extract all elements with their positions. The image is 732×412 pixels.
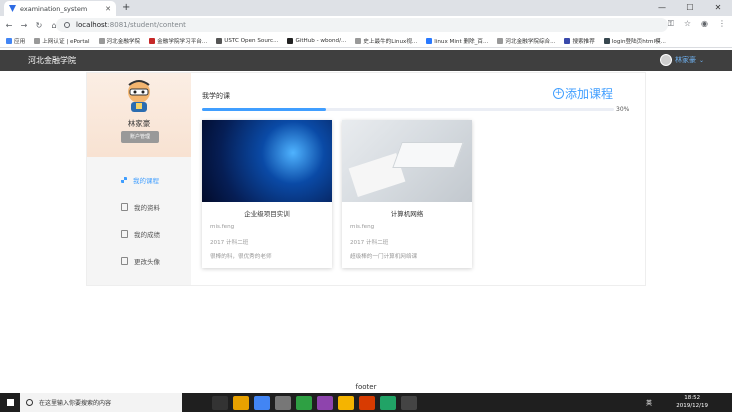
cartoon-avatar-icon [128, 80, 150, 112]
grid-icon [121, 176, 127, 183]
star-icon[interactable]: ☆ [684, 19, 691, 29]
profile-panel: 林家豪 账户管理 [87, 73, 191, 157]
url-path: :8081/student/content [107, 21, 186, 29]
course-card[interactable]: 计算机网络 mis.feng 2017 计科二班 超级棒的一门计算机网络课 [342, 120, 472, 268]
page-title: 我学的课 [202, 92, 230, 100]
window-controls: — ☐ ✕ [648, 0, 732, 16]
reload-icon[interactable]: ↻ [33, 21, 45, 30]
new-tab-icon[interactable]: + [122, 2, 130, 13]
app-icon[interactable] [380, 395, 396, 410]
progress-bar-fill [202, 108, 326, 111]
content-container: 林家豪 账户管理 我的课程 我的资料 我的成绩 更改头像 我学的课 + 添加课程… [86, 72, 646, 286]
info-icon[interactable] [64, 22, 70, 28]
windows-start-icon[interactable] [0, 393, 20, 412]
bookmark-item[interactable]: 搜索推荐 [564, 37, 595, 45]
taskbar-apps [212, 395, 417, 410]
close-window-icon[interactable]: ✕ [704, 0, 732, 16]
chevron-down-icon: ⌄ [698, 56, 704, 64]
account-manage-button[interactable]: 账户管理 [121, 131, 159, 143]
user-name: 林家豪 [674, 56, 696, 64]
sidebar: 林家豪 账户管理 我的课程 我的资料 我的成绩 更改头像 [87, 73, 191, 285]
document-icon [121, 256, 128, 265]
document-icon [121, 229, 128, 238]
sidebar-item-my-grades[interactable]: 我的成绩 [87, 220, 191, 247]
close-tab-icon[interactable]: ✕ [105, 5, 111, 13]
page-footer: footer [355, 383, 377, 391]
course-class: 2017 计科二班 [350, 240, 389, 246]
keyboard-shape [392, 142, 464, 168]
taskbar-search-input[interactable]: 在这里输入你要搜索的内容 [20, 393, 182, 412]
add-course-button[interactable]: + 添加课程 [552, 85, 613, 102]
address-bar-row: ← → ↻ ⌂ localhost:8081/student/content ⚿… [0, 16, 732, 34]
search-icon [26, 399, 33, 406]
course-desc: 超级棒的一门计算机网络课 [350, 254, 418, 260]
back-icon[interactable]: ← [3, 21, 15, 30]
bookmark-item[interactable]: login登陆页html模... [603, 37, 666, 45]
sidebar-item-change-avatar[interactable]: 更改头像 [87, 247, 191, 274]
menu-kebab-icon[interactable]: ⋮ [718, 19, 726, 29]
progress-label: 30% [616, 106, 630, 113]
course-desc: 很棒的科，很优秀的老师 [210, 254, 272, 260]
progress-bar [202, 108, 614, 111]
app-icon[interactable] [317, 395, 333, 410]
bookmark-item[interactable]: 河北金融学院 [98, 37, 140, 45]
app-icon[interactable] [275, 395, 291, 410]
bookmark-item[interactable]: 上网认证 | ePortal [34, 37, 90, 45]
sidebar-item-my-courses[interactable]: 我的课程 [87, 166, 191, 193]
course-image [202, 120, 332, 202]
course-card[interactable]: 企业级项目实训 mis.feng 2017 计科二班 很棒的科，很优秀的老师 [202, 120, 332, 268]
forward-icon[interactable]: → [18, 21, 30, 30]
tab-title: examination_system [20, 4, 88, 13]
document-icon [121, 202, 128, 211]
vue-favicon-icon [9, 5, 16, 12]
minimize-icon[interactable]: — [648, 0, 676, 16]
brand-title[interactable]: 河北金融学院 [28, 55, 76, 66]
bookmark-apps[interactable]: 应用 [6, 37, 25, 45]
app-icon[interactable] [401, 395, 417, 410]
course-class: 2017 计科二班 [210, 240, 249, 246]
course-teacher: mis.feng [210, 224, 235, 230]
task-view-icon[interactable] [212, 395, 228, 410]
bookmark-item[interactable]: 史上最牛的Linux视... [355, 37, 417, 45]
bookmark-item[interactable]: GitHub - wbond/... [287, 37, 346, 44]
course-teacher: mis.feng [350, 224, 375, 230]
course-image [342, 120, 472, 202]
wechat-icon[interactable] [296, 395, 312, 410]
sidebar-menu: 我的课程 我的资料 我的成绩 更改头像 [87, 166, 191, 274]
course-title: 计算机网络 [390, 210, 424, 218]
url-input[interactable]: localhost:8081/student/content [56, 18, 668, 32]
maximize-icon[interactable]: ☐ [676, 0, 704, 16]
app-icon[interactable] [338, 395, 354, 410]
browser-tab[interactable]: examination_system ✕ [4, 1, 116, 16]
url-host: localhost [76, 21, 108, 29]
bookmark-item[interactable]: linux Mint 删除_百... [426, 37, 488, 45]
bookmark-item[interactable]: 金融学院学习平台... [149, 37, 207, 45]
app-icon[interactable] [359, 395, 375, 410]
course-title: 企业级项目实训 [244, 210, 290, 218]
clock[interactable]: 18:52 2019/12/19 [676, 394, 708, 410]
app-header: 河北金融学院 林家豪 ⌄ [0, 50, 732, 71]
bookmark-item[interactable]: USTC Open Sourc... [216, 37, 278, 44]
bookmark-item[interactable]: 河北金融学院综合... [497, 37, 555, 45]
profile-icon[interactable]: ◉ [701, 19, 708, 29]
key-icon[interactable]: ⚿ [668, 19, 674, 29]
tray-ime-icon[interactable]: 英 [646, 398, 652, 407]
plus-circle-icon: + [552, 88, 564, 99]
sidebar-item-my-profile[interactable]: 我的资料 [87, 193, 191, 220]
bookmarks-bar: 应用 上网认证 | ePortal 河北金融学院 金融学院学习平台... UST… [0, 34, 732, 48]
chrome-icon[interactable] [254, 395, 270, 410]
browser-tab-bar: examination_system ✕ + — ☐ ✕ [0, 0, 732, 16]
user-menu[interactable]: 林家豪 ⌄ [659, 54, 704, 66]
main-panel: 我学的课 + 添加课程 30% 企业级项目实训 mis.feng 2017 计科… [191, 73, 646, 285]
taskbar: 在这里输入你要搜索的内容 英 18:52 2019/12/19 [0, 393, 732, 412]
profile-name: 林家豪 [127, 119, 151, 128]
avatar [659, 54, 672, 66]
app-icon[interactable] [233, 395, 249, 410]
